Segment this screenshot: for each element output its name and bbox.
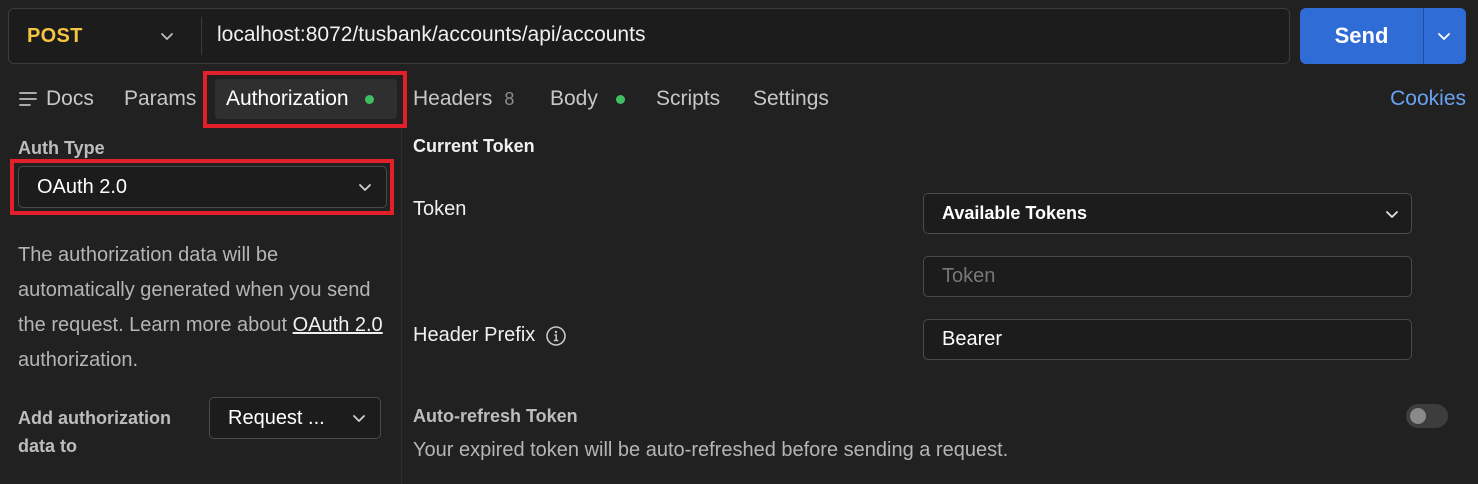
info-icon[interactable] — [545, 325, 567, 347]
chevron-down-icon — [353, 415, 365, 422]
send-button-group: Send — [1300, 8, 1466, 64]
url-divider — [201, 17, 202, 55]
authorization-tab-highlight — [203, 71, 407, 128]
token-input[interactable]: Token — [923, 256, 1412, 297]
header-prefix-label: Header Prefix — [413, 324, 567, 347]
request-bar: POST localhost:8072/tusbank/accounts/api… — [8, 8, 1290, 64]
oauth-docs-link[interactable]: OAuth 2.0 — [293, 314, 383, 336]
method-label: POST — [27, 24, 83, 47]
header-prefix-input[interactable]: Bearer — [923, 319, 1412, 360]
auto-refresh-label: Auto-refresh Token — [413, 406, 578, 426]
tab-body-label: Body — [550, 87, 598, 110]
docs-icon — [19, 92, 37, 106]
token-label-text: Token — [413, 198, 467, 220]
add-auth-data-select[interactable]: Request ... — [209, 397, 381, 439]
current-token-heading: Current Token — [413, 136, 535, 156]
add-auth-data-value: Request ... — [228, 406, 325, 429]
cookies-link[interactable]: Cookies — [1390, 76, 1466, 122]
send-divider — [1423, 8, 1424, 64]
auto-refresh-description: Your expired token will be auto-refreshe… — [413, 439, 1009, 461]
chevron-down-icon — [161, 33, 173, 40]
auto-refresh-toggle-knob — [1410, 408, 1426, 424]
available-tokens-label: Available Tokens — [942, 203, 1088, 223]
tab-params[interactable]: Params — [124, 76, 196, 122]
auto-refresh-toggle[interactable] — [1406, 404, 1448, 428]
tab-body[interactable]: Body — [550, 76, 625, 122]
chevron-down-icon — [1386, 211, 1398, 218]
tab-headers-label: Headers — [413, 87, 493, 110]
tab-params-label: Params — [124, 87, 197, 110]
header-prefix-label-text: Header Prefix — [413, 324, 536, 346]
tab-docs[interactable]: Docs — [18, 76, 94, 122]
auth-type-label: Auth Type — [18, 138, 105, 158]
tab-headers[interactable]: Headers 8 — [413, 76, 514, 122]
send-button[interactable]: Send — [1300, 8, 1423, 64]
auth-description-suffix: authorization. — [18, 349, 139, 371]
auth-description: The authorization data will be automatic… — [18, 238, 390, 378]
auth-type-highlight — [10, 159, 394, 215]
header-prefix-value: Bearer — [942, 328, 1003, 350]
current-token-panel: Current Token Token Available Tokens Tok… — [403, 128, 1478, 484]
token-label: Token — [413, 198, 466, 221]
tab-settings[interactable]: Settings — [753, 76, 829, 122]
tab-settings-label: Settings — [753, 87, 829, 110]
tab-docs-label: Docs — [46, 87, 94, 110]
tab-scripts[interactable]: Scripts — [656, 76, 720, 122]
token-placeholder: Token — [942, 265, 996, 287]
headers-count-badge: 8 — [504, 88, 515, 109]
method-select[interactable]: POST — [9, 9, 201, 63]
url-input[interactable]: localhost:8072/tusbank/accounts/api/acco… — [217, 23, 645, 47]
body-status-dot — [615, 94, 625, 104]
add-auth-data-label: Add authorization data to — [18, 408, 171, 456]
tab-scripts-label: Scripts — [656, 87, 721, 110]
available-tokens-select[interactable]: Available Tokens — [923, 193, 1412, 234]
send-options-chevron-icon[interactable] — [1434, 26, 1454, 46]
